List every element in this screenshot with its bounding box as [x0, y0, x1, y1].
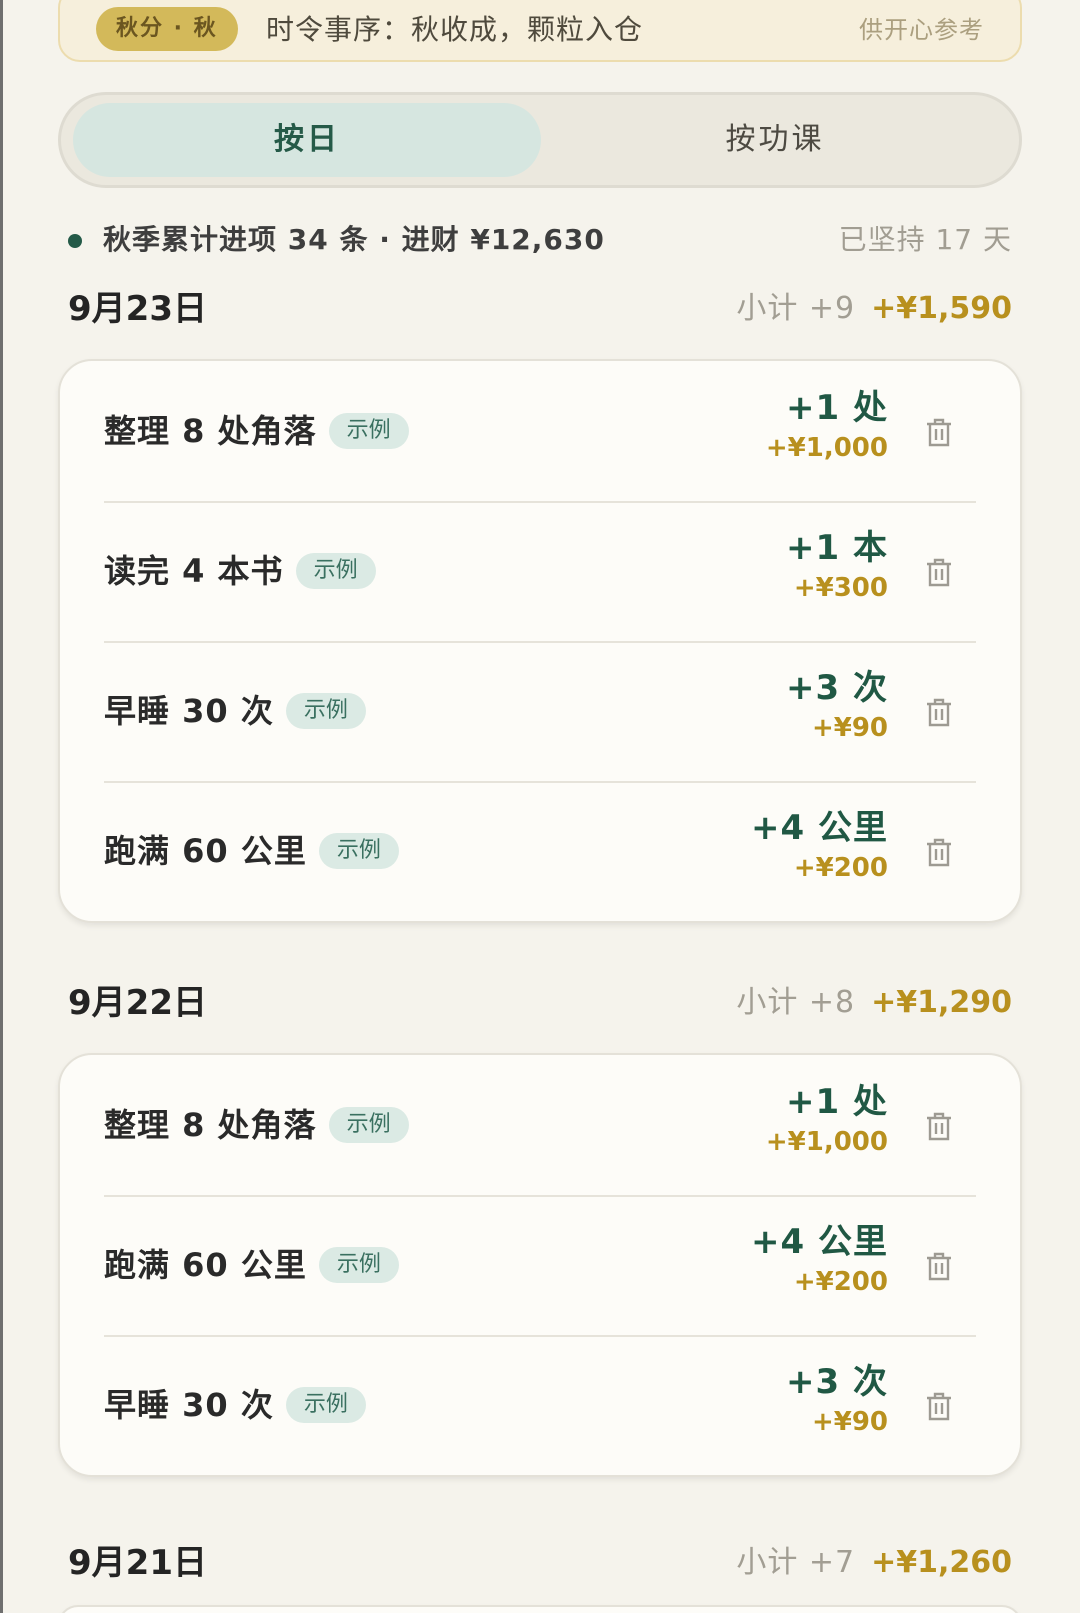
item-title: 跑满 60 公里: [104, 832, 307, 870]
day-subtotal: 小计 +7 +¥1,260: [736, 1540, 1012, 1586]
day-header: 9月23日 小计 +9 +¥1,590: [68, 286, 1012, 332]
example-tag: 示例: [328, 1107, 409, 1143]
trash-icon[interactable]: [924, 1391, 954, 1423]
season-banner: 秋分 · 秋 时令事序：秋收成，颗粒入仓 供开心参考: [58, 0, 1022, 62]
item-title: 整理 8 处角落: [104, 412, 317, 450]
example-tag: 示例: [285, 693, 366, 729]
item-money: +¥200: [793, 853, 888, 883]
tab-by-day[interactable]: 按日: [73, 103, 541, 177]
day-count: 小计 +8: [736, 985, 856, 1020]
day-card: 整理 8 处角落 示例 +1 处 +¥1,000 跑满 60 公里 示例 +4 …: [58, 1053, 1022, 1477]
tab-by-course[interactable]: 按功课: [541, 103, 1009, 177]
left-edge-line: [0, 0, 3, 1613]
streak-text: 已坚持 17 天: [838, 223, 1012, 256]
example-tag: 示例: [285, 1387, 366, 1423]
item-gain: +3 次: [786, 1362, 888, 1402]
list-item: 读完 4 本书 示例 +1 本 +¥300: [60, 501, 1020, 641]
list-item: 跑满 60 公里 示例 +4 公里 +¥200: [60, 781, 1020, 921]
list-item: 早睡 30 次 示例 +3 次 +¥90: [60, 641, 1020, 781]
list-item: 跑满 60 公里 示例 +4 公里 +¥200: [60, 1195, 1020, 1335]
day-date: 9月21日: [68, 1543, 207, 1583]
item-money: +¥90: [811, 1407, 888, 1437]
trash-icon[interactable]: [924, 1251, 954, 1283]
item-gain: +1 处: [786, 388, 888, 428]
item-title: 跑满 60 公里: [104, 1246, 307, 1284]
day-subtotal: 小计 +8 +¥1,290: [736, 980, 1012, 1026]
day-money: +¥1,590: [871, 291, 1012, 326]
day-count: 小计 +9: [736, 291, 856, 326]
day-card: 整理 8 处角落 示例 +1 处 +¥1,000 读完 4 本书 示例 +1 本…: [58, 359, 1022, 923]
view-tabs: 按日 按功课: [58, 92, 1022, 188]
day-subtotal: 小计 +9 +¥1,590: [736, 286, 1012, 332]
season-text: 时令事序：秋收成，颗粒入仓: [266, 13, 644, 46]
item-title: 早睡 30 次: [104, 1386, 274, 1424]
day-count: 小计 +7: [736, 1545, 856, 1580]
trash-icon[interactable]: [924, 1111, 954, 1143]
day-money: +¥1,260: [871, 1545, 1012, 1580]
season-badge: 秋分 · 秋: [96, 7, 238, 51]
item-gain: +4 公里: [751, 808, 888, 848]
item-gain: +1 处: [786, 1082, 888, 1122]
day-date: 9月22日: [68, 983, 207, 1023]
list-item: 早睡 30 次 示例 +3 次 +¥90: [60, 1335, 1020, 1475]
summary-text: 秋季累计进项 34 条 · 进财 ¥12,630: [103, 223, 605, 256]
trash-icon[interactable]: [924, 697, 954, 729]
trash-icon[interactable]: [924, 417, 954, 449]
item-gain: +3 次: [786, 668, 888, 708]
trash-icon[interactable]: [924, 837, 954, 869]
season-summary: 秋季累计进项 34 条 · 进财 ¥12,630 已坚持 17 天: [68, 219, 1012, 261]
example-tag: 示例: [295, 553, 376, 589]
item-money: +¥1,000: [765, 433, 888, 463]
day-card: [58, 1605, 1022, 1613]
list-item: 整理 8 处角落 示例 +1 处 +¥1,000: [60, 1055, 1020, 1195]
item-money: +¥90: [811, 713, 888, 743]
dot-icon: [68, 234, 82, 248]
day-date: 9月23日: [68, 289, 207, 329]
page: 秋分 · 秋 时令事序：秋收成，颗粒入仓 供开心参考 按日 按功课 秋季累计进项…: [0, 0, 1080, 1613]
item-money: +¥200: [793, 1267, 888, 1297]
item-money: +¥1,000: [765, 1127, 888, 1157]
item-title: 早睡 30 次: [104, 692, 274, 730]
item-money: +¥300: [793, 573, 888, 603]
item-gain: +4 公里: [751, 1222, 888, 1262]
season-note: 供开心参考: [859, 16, 984, 44]
example-tag: 示例: [318, 1247, 399, 1283]
example-tag: 示例: [328, 413, 409, 449]
day-header: 9月21日 小计 +7 +¥1,260: [68, 1540, 1012, 1586]
item-title: 读完 4 本书: [104, 552, 284, 590]
example-tag: 示例: [318, 833, 399, 869]
item-gain: +1 本: [786, 528, 888, 568]
day-header: 9月22日 小计 +8 +¥1,290: [68, 980, 1012, 1026]
list-item: 整理 8 处角落 示例 +1 处 +¥1,000: [60, 361, 1020, 501]
day-money: +¥1,290: [871, 985, 1012, 1020]
trash-icon[interactable]: [924, 557, 954, 589]
item-title: 整理 8 处角落: [104, 1106, 317, 1144]
